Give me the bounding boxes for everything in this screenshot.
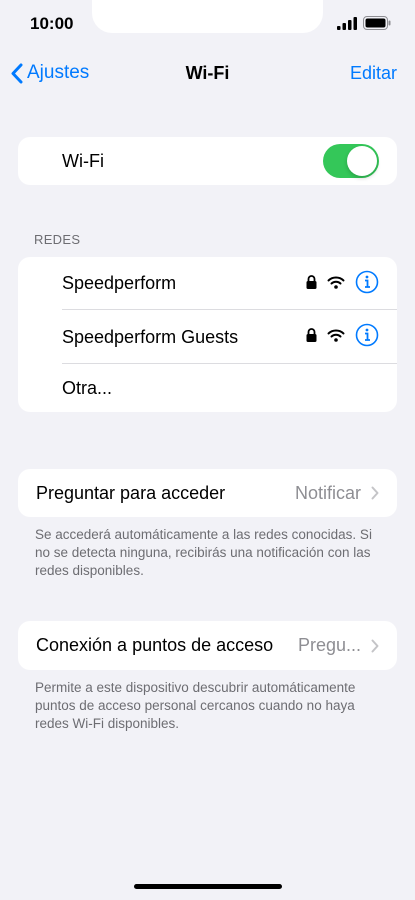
ask-to-join-label: Preguntar para acceder [36, 482, 226, 503]
other-network-label: Otra... [62, 377, 113, 398]
edit-button[interactable]: Editar [350, 63, 397, 84]
hotspot-group: Conexión a puntos de acceso Pregu... [18, 621, 397, 670]
network-name: Speedperform Guests [62, 326, 239, 347]
ask-to-join-row[interactable]: Preguntar para acceder Notificar [18, 469, 397, 517]
hotspot-value: Pregu... [297, 635, 361, 655]
battery-icon [363, 16, 391, 30]
lock-icon [306, 328, 317, 342]
ask-to-join-value: Notificar [294, 482, 361, 503]
hotspot-footer: Permite a este dispositivo descubrir aut… [35, 680, 356, 731]
networks-group: Speedperform Speedperform Guests Otra... [18, 257, 397, 412]
chevron-right-icon [371, 486, 379, 500]
wifi-toggle-group: Wi-Fi [18, 137, 397, 185]
toggle-knob [347, 146, 377, 176]
ask-to-join-value-wrap: Notificar [295, 483, 379, 504]
wifi-signal-icon [327, 329, 345, 342]
wifi-signal-icon [327, 276, 345, 289]
status-time: 10:00 [30, 14, 74, 33]
hotspot-value-wrap: Pregu... [298, 635, 379, 656]
network-icons [306, 323, 379, 347]
ask-to-join-group: Preguntar para acceder Notificar [18, 469, 397, 517]
notch [92, 0, 323, 33]
info-icon[interactable] [355, 270, 379, 294]
network-name: Speedperform [62, 273, 177, 293]
status-icons [337, 16, 391, 30]
wifi-toggle-switch[interactable] [323, 144, 379, 178]
network-row-speedperform[interactable]: Speedperform [18, 257, 397, 310]
hotspot-row[interactable]: Conexión a puntos de acceso Pregu... [18, 621, 397, 670]
networks-section-header: REDES [34, 232, 81, 247]
chevron-right-icon [371, 639, 379, 652]
wifi-label: Wi-Fi [62, 150, 104, 171]
status-bar: 10:00 [0, 0, 415, 50]
cellular-signal-icon [337, 16, 357, 30]
other-network-row[interactable]: Otra... [18, 364, 397, 412]
info-icon[interactable] [355, 323, 379, 347]
hotspot-label: Conexión a puntos de acceso [36, 635, 274, 655]
network-icons [306, 270, 379, 294]
lock-icon [306, 275, 317, 289]
wifi-toggle-row: Wi-Fi [18, 137, 397, 185]
network-row-speedperform-guests[interactable]: Speedperform Guests [18, 310, 397, 364]
ask-to-join-footer: Se accederá automáticamente a las redes … [35, 527, 372, 578]
home-indicator[interactable] [134, 884, 282, 889]
